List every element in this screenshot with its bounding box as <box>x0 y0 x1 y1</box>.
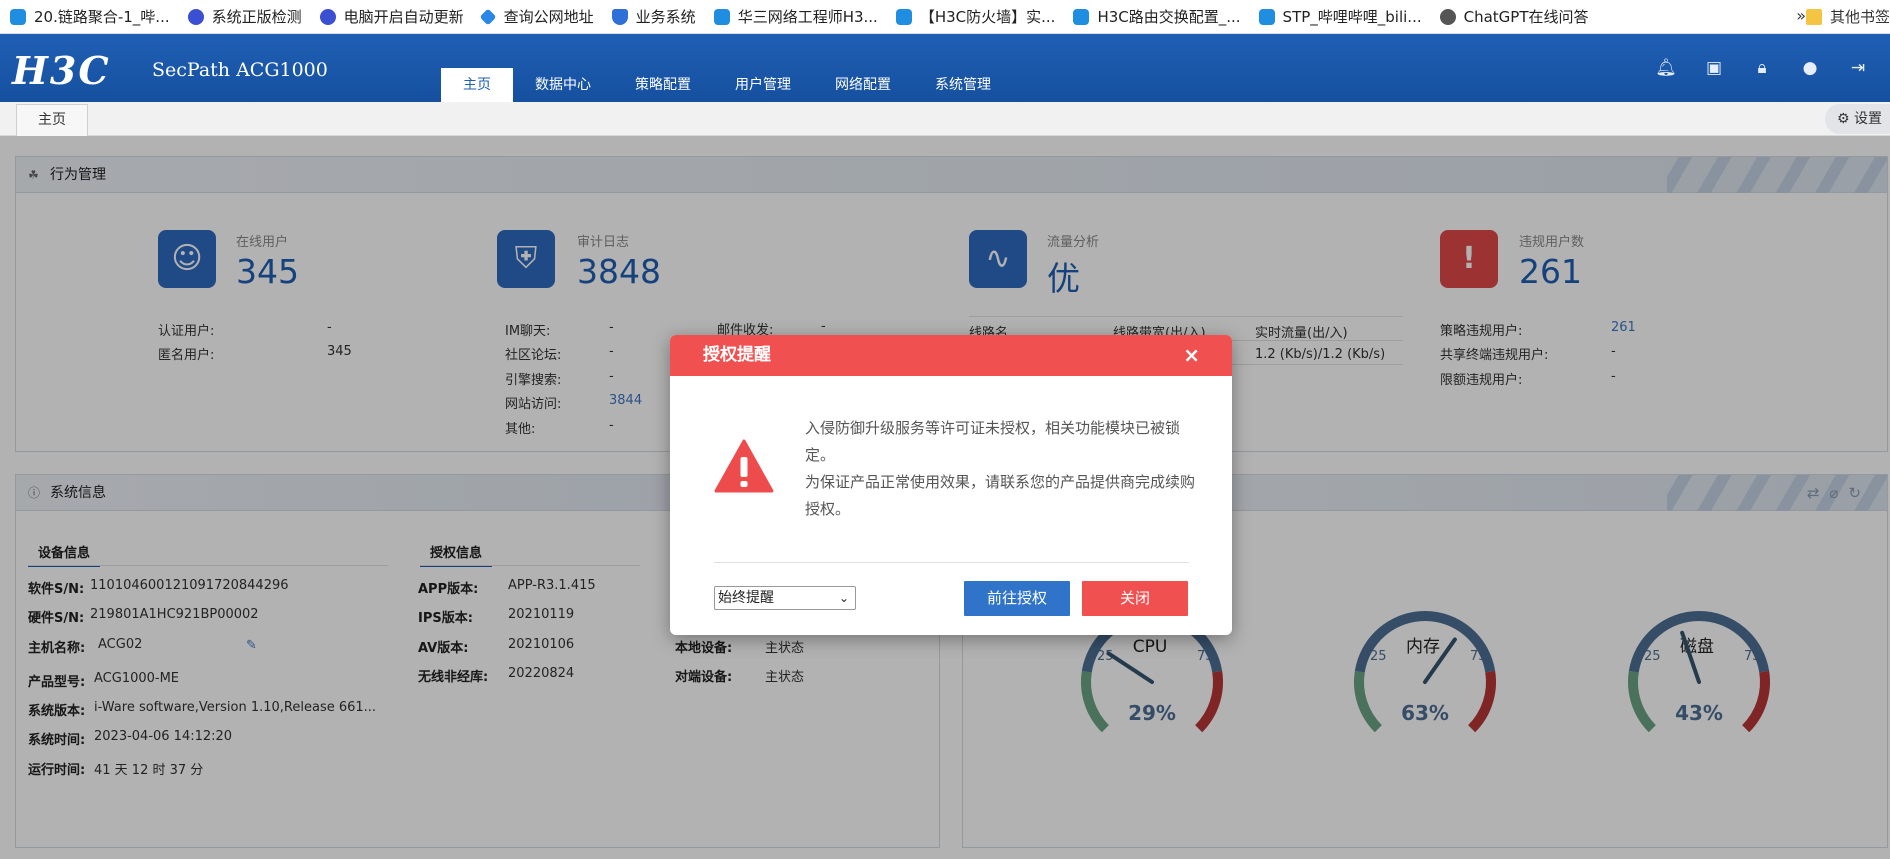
bookmarks-more-button[interactable]: » <box>1796 6 1806 25</box>
dialog-message: 入侵防御升级服务等许可证未授权，相关功能模块已被锁定。 为保证产品正常使用效果，… <box>805 415 1195 523</box>
bookmark-item[interactable]: 【H3C防火墙】实... <box>895 6 1055 27</box>
folder-icon <box>1805 8 1822 25</box>
bilibili-icon <box>1258 8 1275 25</box>
bookmark-item[interactable]: H3C路由交换配置_... <box>1073 6 1241 27</box>
close-icon[interactable]: × <box>1183 335 1200 376</box>
dialog-header: 授权提醒 × <box>670 335 1232 376</box>
bookmark-item[interactable]: 业务系统 <box>611 6 696 27</box>
close-button[interactable]: 关闭 <box>1082 581 1188 616</box>
bookmark-item[interactable]: ChatGPT在线问答 <box>1439 6 1589 27</box>
app-header: H3C SecPath ACG1000 主页 数据中心 策略配置 用户管理 网络… <box>0 34 1890 102</box>
other-bookmarks[interactable]: 其他书签 <box>1805 6 1890 27</box>
bookmark-item[interactable]: 系统正版检测 <box>187 6 302 27</box>
user-icon[interactable]: ● <box>1798 56 1822 80</box>
globe-icon <box>1439 8 1456 25</box>
nav-tab-home[interactable]: 主页 <box>441 68 513 102</box>
lock-icon[interactable]: 🔒︎ <box>1750 56 1774 80</box>
go-authorize-button[interactable]: 前往授权 <box>964 581 1070 616</box>
dialog-title: 授权提醒 <box>703 345 771 365</box>
nav-tab-data-center[interactable]: 数据中心 <box>513 68 613 102</box>
product-name: SecPath ACG1000 <box>152 59 328 81</box>
bookmark-item[interactable]: 电脑开启自动更新 <box>319 6 464 27</box>
logout-icon[interactable]: ⇥ <box>1846 56 1870 80</box>
bell-icon[interactable]: 🔔︎ <box>1654 56 1678 80</box>
license-alert-dialog: 授权提醒 × 入侵防御升级服务等许可证未授权，相关功能模块已被锁定。 为保证产品… <box>670 335 1232 635</box>
gear-icon: ⚙ <box>1836 111 1850 127</box>
warning-icon <box>714 439 774 493</box>
bookmark-item[interactable]: 20.链路聚合-1_哔... <box>10 6 170 27</box>
main-nav: 主页 数据中心 策略配置 用户管理 网络配置 系统管理 <box>441 68 1013 102</box>
reminder-select[interactable]: 始终提醒 ⌄ <box>714 586 856 610</box>
nav-tab-network[interactable]: 网络配置 <box>813 68 913 102</box>
nav-tab-policy[interactable]: 策略配置 <box>613 68 713 102</box>
message-line: 入侵防御升级服务等许可证未授权，相关功能模块已被锁定。 <box>805 419 1181 464</box>
bilibili-icon <box>895 8 912 25</box>
chevron-down-icon: ⌄ <box>838 591 849 605</box>
dialog-divider <box>714 562 1189 563</box>
baidu-paw-icon <box>319 8 336 25</box>
nav-tab-system[interactable]: 系统管理 <box>913 68 1013 102</box>
page-tab-home[interactable]: 主页 <box>16 104 88 136</box>
save-icon[interactable]: ▣ <box>1702 56 1726 80</box>
h3c-logo: H3C <box>12 48 111 93</box>
bilibili-icon <box>713 8 730 25</box>
bookmark-item[interactable]: 华三网络工程师H3... <box>713 6 878 27</box>
bookmark-item[interactable]: 查询公网地址 <box>479 6 594 27</box>
settings-button[interactable]: ⚙ 设置 <box>1824 104 1890 134</box>
bilibili-icon <box>10 8 26 25</box>
diamond-icon <box>479 8 497 25</box>
header-icons: 🔔︎ ▣ 🔒︎ ● ⇥ <box>1654 56 1870 80</box>
baidu-paw-icon <box>187 8 204 25</box>
nav-tab-users[interactable]: 用户管理 <box>713 68 813 102</box>
bookmark-item[interactable]: STP_哔哩哔哩_bili... <box>1258 6 1422 27</box>
page-tab-bar: 主页 ⚙ 设置 <box>0 102 1890 136</box>
shield-icon <box>611 8 628 25</box>
bookmarks-bar: 20.链路聚合-1_哔... 系统正版检测 电脑开启自动更新 查询公网地址 业务… <box>0 0 1890 34</box>
message-line: 为保证产品正常使用效果，请联系您的产品提供商完成续购授权。 <box>805 473 1196 518</box>
bilibili-icon <box>1073 8 1090 25</box>
